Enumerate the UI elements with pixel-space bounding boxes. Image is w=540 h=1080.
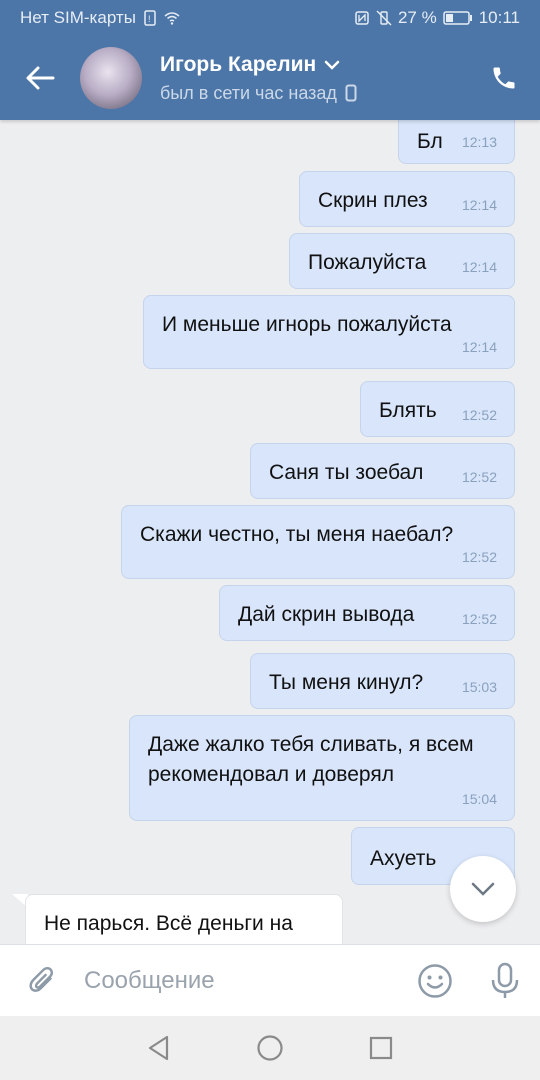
- battery-percent: 27 %: [397, 8, 437, 27]
- nav-back-icon[interactable]: [146, 1034, 172, 1062]
- system-nav-bar: [0, 1016, 540, 1080]
- vibrate-off-icon: [376, 10, 392, 26]
- contact-name: Игорь Карелин: [160, 52, 317, 76]
- message-time: 12:14: [461, 197, 497, 213]
- message-bubble[interactable]: Ты меня кинул? 15:03: [250, 653, 515, 709]
- message-text: И меньше игнорь пожалуйста: [162, 313, 452, 336]
- message-text: Ахуеть: [370, 847, 437, 870]
- message-time: 12:52: [461, 611, 497, 627]
- message-time: 12:13: [461, 134, 497, 150]
- message-bubble[interactable]: Блять 12:52: [360, 381, 515, 437]
- message-text: Не парься. Всё деньги на: [44, 912, 293, 935]
- message-time: 12:14: [461, 259, 497, 275]
- carrier-label: Нет SIM-карты: [20, 8, 136, 27]
- arrow-left-icon: [26, 66, 55, 90]
- message-time: 15:03: [461, 679, 497, 695]
- message-text: Скажи честно, ты меня наебал?: [140, 523, 454, 546]
- message-bubble[interactable]: Даже жалко тебя сливать, я всем рекоменд…: [129, 715, 515, 821]
- message-time: 12:52: [461, 469, 497, 485]
- battery-icon: [442, 11, 472, 25]
- chat-header: Игорь Карелин был в сети час назад: [0, 36, 540, 120]
- attach-button[interactable]: [0, 964, 84, 998]
- mobile-device-icon: [345, 84, 357, 102]
- chevron-down-icon: [471, 882, 495, 896]
- call-button[interactable]: [468, 36, 540, 120]
- message-text: Пожалуйста: [308, 251, 427, 274]
- nfc-icon: [355, 11, 369, 25]
- microphone-icon: [491, 962, 519, 998]
- message-text: Скрин плез: [318, 189, 428, 212]
- message-text: Саня ты зоебал: [269, 461, 424, 484]
- message-bubble[interactable]: Саня ты зоебал 12:52: [250, 443, 515, 499]
- chevron-down-icon: [324, 60, 340, 70]
- back-button[interactable]: [0, 36, 80, 120]
- message-composer: [0, 944, 540, 1016]
- message-time: 15:04: [461, 791, 497, 807]
- emoji-icon: [418, 963, 452, 998]
- phone-icon: [493, 67, 515, 89]
- message-text: Блять: [379, 399, 437, 422]
- message-list[interactable]: Бл 12:13 Скрин плез 12:14 Пожалуйста 12:…: [0, 120, 540, 944]
- message-time: 12:52: [461, 407, 497, 423]
- message-bubble[interactable]: Скажи честно, ты меня наебал? 12:52: [121, 505, 515, 579]
- sim-icon: !: [144, 10, 156, 26]
- status-bar: Нет SIM-карты ! 27 % 10:11: [0, 0, 540, 36]
- clock: 10:11: [478, 8, 520, 27]
- last-seen-status: был в сети час назад: [160, 82, 337, 103]
- message-bubble[interactable]: Бл 12:13: [398, 120, 515, 164]
- emoji-button[interactable]: [400, 963, 470, 999]
- message-input[interactable]: [84, 966, 400, 995]
- message-bubble-incoming[interactable]: Не парься. Всё деньги на: [25, 894, 343, 944]
- message-text: Даже жалко тебя сливать, я всем рекоменд…: [148, 733, 474, 786]
- voice-message-button[interactable]: [470, 962, 540, 1000]
- message-bubble[interactable]: Дай скрин вывода 12:52: [219, 585, 515, 641]
- nav-recents-icon[interactable]: [368, 1035, 394, 1061]
- scroll-to-bottom-button[interactable]: [450, 856, 516, 922]
- message-time: 12:52: [461, 549, 497, 565]
- message-bubble[interactable]: Скрин плез 12:14: [299, 171, 515, 227]
- message-bubble[interactable]: Пожалуйста 12:14: [289, 233, 515, 289]
- nav-home-icon[interactable]: [256, 1034, 284, 1062]
- svg-text:!: !: [148, 14, 151, 24]
- message-text: Дай скрин вывода: [238, 603, 415, 626]
- paperclip-icon: [29, 966, 54, 992]
- contact-info[interactable]: Игорь Карелин был в сети час назад: [160, 53, 468, 104]
- message-text: Ты меня кинул?: [269, 671, 424, 694]
- message-time: 12:14: [461, 339, 497, 355]
- message-bubble[interactable]: И меньше игнорь пожалуйста 12:14: [143, 295, 515, 369]
- avatar[interactable]: [80, 47, 142, 109]
- wifi-icon: [164, 12, 180, 25]
- message-text: Бл: [417, 130, 443, 153]
